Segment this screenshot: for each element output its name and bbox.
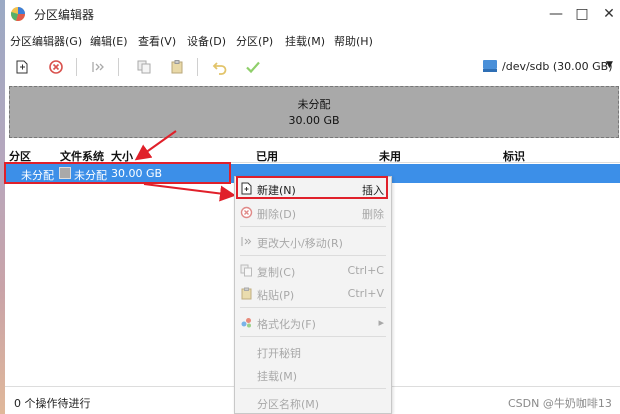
menu-separator (240, 255, 386, 256)
delete-icon (240, 206, 253, 219)
menu-separator (240, 336, 386, 337)
arrow-to-new (143, 183, 236, 202)
resize-icon (241, 237, 252, 246)
format-icon (241, 318, 251, 328)
copy-icon (240, 264, 252, 277)
menu-separator (240, 226, 386, 227)
watermark: CSDN @牛奶咖啡13 (508, 397, 612, 410)
menu-item-delete[interactable]: 删除(D) 删除 (236, 203, 390, 223)
menu-item-partition-name[interactable]: 分区名称(M) (236, 393, 390, 413)
highlight-box-new (236, 176, 388, 199)
menu-item-mount[interactable]: 挂载(M) (236, 365, 390, 385)
paste-icon (241, 287, 252, 300)
menu-item-copy[interactable]: 复制(C) Ctrl+C (236, 261, 390, 281)
menu-separator (240, 388, 386, 389)
arrow-to-header (134, 130, 177, 161)
menu-separator (240, 307, 386, 308)
pending-operations-status: 0 个操作待进行 (14, 397, 91, 410)
menu-item-resize[interactable]: 更改大小/移动(R) (236, 232, 390, 252)
menu-item-open-key[interactable]: 打开秘钥 (236, 342, 390, 362)
menu-item-paste[interactable]: 粘贴(P) Ctrl+V (236, 284, 390, 304)
menu-item-format[interactable]: 格式化为(F) ▸ (236, 313, 390, 333)
submenu-arrow-icon: ▸ (378, 316, 384, 329)
